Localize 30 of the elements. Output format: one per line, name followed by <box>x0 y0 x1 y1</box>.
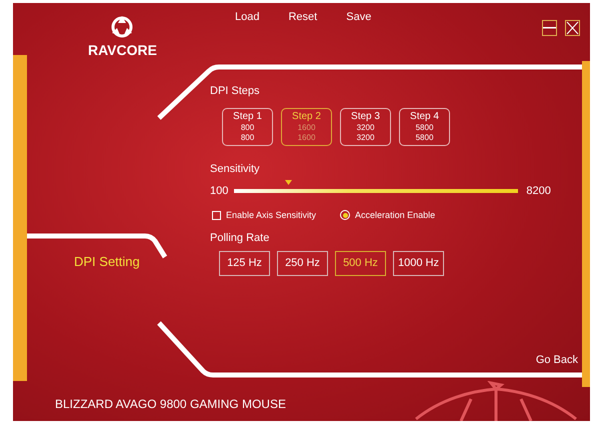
section-title: Sensitivity <box>210 162 261 176</box>
device-name: BLIZZARD AVAGO 9800 GAMING MOUSE <box>55 396 286 413</box>
slider-max-label: 8200 <box>526 184 551 199</box>
polling-rate-button[interactable]: 500 Hz <box>335 250 386 276</box>
dpi-step-button[interactable]: Step 1 800 800 <box>222 108 273 146</box>
logo-icon <box>109 15 136 39</box>
checkbox[interactable] <box>212 210 221 220</box>
slider-min-label: 100 <box>210 184 228 199</box>
menu-item[interactable]: Save <box>346 9 372 26</box>
polling-rate-button[interactable]: 1000 Hz <box>393 250 444 276</box>
section-title: DPI Steps <box>210 84 261 99</box>
slider-thumb[interactable] <box>284 180 292 186</box>
polling-rate-button[interactable]: 250 Hz <box>277 250 328 276</box>
radio-button[interactable] <box>340 210 350 220</box>
close-icon <box>566 21 579 35</box>
dpi-step-button[interactable]: Step 4 5800 5800 <box>399 108 450 146</box>
option-label: Enable Axis Sensitivity <box>226 208 316 222</box>
option-label: Acceleration Enable <box>355 208 436 222</box>
sidebar-item[interactable]: DPI Setting <box>74 252 140 272</box>
section-title: Polling Rate <box>210 231 270 246</box>
minimize-button[interactable] <box>542 20 557 36</box>
menu-item[interactable]: Load <box>235 9 260 26</box>
go-back-link[interactable]: Go Back <box>536 352 578 368</box>
logo-text: RAVCORE <box>88 43 157 57</box>
menu-item[interactable]: Reset <box>288 9 318 26</box>
dpi-step-button[interactable]: Step 3 3200 3200 <box>340 108 391 146</box>
close-button[interactable] <box>565 20 580 36</box>
polling-rate-button[interactable]: 125 Hz <box>219 250 270 276</box>
dpi-step-button[interactable]: Step 2 1600 1600 <box>281 108 332 146</box>
minimize-icon <box>543 27 556 29</box>
